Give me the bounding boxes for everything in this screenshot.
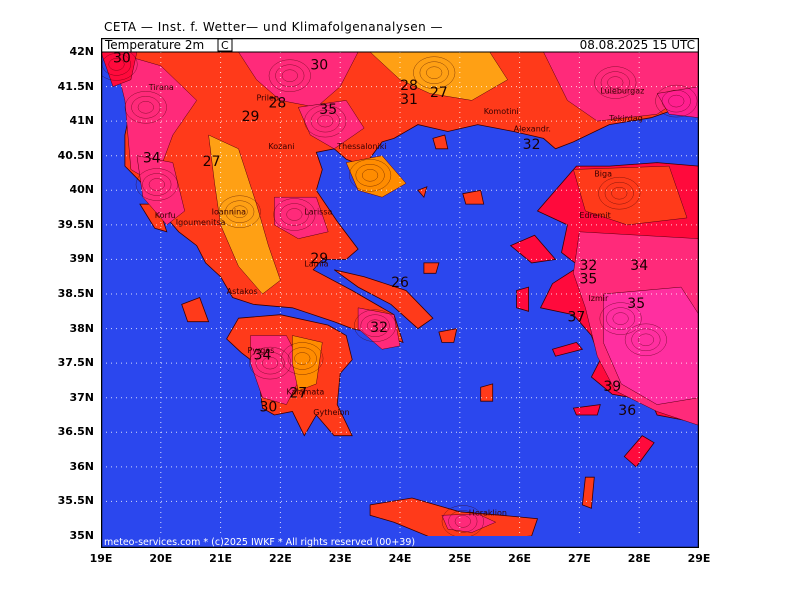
city-label: Alexandr. bbox=[514, 125, 551, 134]
longitude-tick-label: 26E bbox=[508, 552, 532, 565]
temperature-map: TiranaPrilepKozani ThessalonikiKomotiniAl… bbox=[101, 38, 699, 548]
latitude-tick-label: 40N bbox=[69, 183, 94, 197]
city-label: Gytheion bbox=[313, 408, 349, 417]
temperature-value: 28 bbox=[268, 95, 286, 111]
temperature-value: 27 bbox=[289, 386, 307, 402]
temperature-value: 31 bbox=[400, 92, 418, 108]
temperature-value: 29 bbox=[242, 109, 260, 125]
latitude-tick-label: 39N bbox=[69, 252, 94, 266]
latitude-tick-label: 35.5N bbox=[57, 494, 94, 508]
latitude-tick-label: 37N bbox=[69, 390, 94, 404]
latitude-tick-label: 42N bbox=[69, 45, 94, 58]
map-frame: Tirana Prilep Kozani Thessaloniki Komotini Al… bbox=[101, 38, 699, 548]
temperature-value: 32 bbox=[523, 137, 541, 153]
city-label: Lüleburgaz bbox=[600, 87, 644, 96]
latitude-tick-label: 38.5N bbox=[57, 287, 94, 300]
temperature-value: 27 bbox=[203, 154, 221, 170]
city-label: Astakos bbox=[227, 287, 258, 296]
city-label: Ioannina bbox=[212, 208, 247, 217]
land-naxos bbox=[480, 383, 494, 402]
temperature-value: 34 bbox=[143, 151, 161, 167]
temperature-value: 30 bbox=[113, 50, 131, 66]
temperature-value: 30 bbox=[310, 57, 328, 73]
footer-credit: meteo-services.com * (c)2025 IWKF * All … bbox=[104, 537, 415, 548]
temperature-value: 32 bbox=[370, 320, 388, 336]
temperature-value: 36 bbox=[618, 403, 636, 419]
parameter-label: Temperature 2m bbox=[104, 38, 204, 52]
land-chios bbox=[516, 286, 530, 312]
valid-time-label: 08.08.2025 15 UTC bbox=[580, 38, 695, 52]
longitude-tick-label: 20E bbox=[149, 552, 173, 565]
temperature-value: 27 bbox=[430, 85, 448, 101]
temperature-value: 35 bbox=[319, 102, 337, 118]
city-label: Biga bbox=[594, 170, 612, 179]
longitude-tick-label: 24E bbox=[388, 552, 412, 565]
city-label: Kozani bbox=[268, 142, 294, 151]
temperature-value: 35 bbox=[627, 296, 645, 312]
latitude-tick-label: 40.5N bbox=[57, 148, 94, 162]
longitude-tick-label: 28E bbox=[627, 552, 651, 565]
latitude-tick-label: 41.5N bbox=[57, 79, 94, 93]
latitude-tick-label: 35N bbox=[69, 529, 94, 542]
temperature-value: 37 bbox=[567, 310, 585, 326]
longitude-tick-label: 21E bbox=[209, 552, 233, 565]
latitude-tick-label: 41N bbox=[69, 114, 94, 128]
temperature-value: 35 bbox=[579, 272, 597, 288]
city-label: Korfu bbox=[155, 211, 176, 220]
longitude-tick-label: 23E bbox=[328, 552, 352, 565]
city-label: Igoumenitsa bbox=[176, 218, 226, 227]
longitude-tick-label: 22E bbox=[268, 552, 292, 565]
temperature-value: 30 bbox=[259, 400, 277, 416]
city-label: Tekirdag bbox=[608, 114, 643, 123]
temperature-value: 26 bbox=[391, 275, 409, 291]
land-skyros bbox=[423, 262, 440, 274]
latitude-tick-label: 37.5N bbox=[57, 356, 94, 370]
longitude-tick-label: 25E bbox=[448, 552, 472, 565]
city-label: Izmir bbox=[588, 294, 609, 303]
temperature-value: 34 bbox=[630, 258, 648, 274]
unit-label: C bbox=[221, 39, 229, 52]
latitude-tick-label: 36N bbox=[69, 459, 94, 473]
temperature-value: 34 bbox=[254, 348, 272, 364]
longitude-tick-label: 19E bbox=[89, 552, 113, 565]
longitude-tick-label: 29E bbox=[687, 552, 711, 565]
header-title: CETA — Inst. f. Wetter— und Klimafolgena… bbox=[104, 20, 444, 34]
city-label: Thessaloniki bbox=[336, 142, 386, 151]
latitude-tick-label: 36.5N bbox=[57, 425, 94, 439]
latitude-tick-label: 39.5N bbox=[57, 217, 94, 231]
temperature-value: 39 bbox=[603, 379, 621, 395]
city-label: Edremit bbox=[579, 211, 610, 220]
temperature-value: 29 bbox=[310, 251, 328, 267]
longitude-tick-label: 27E bbox=[567, 552, 591, 565]
latitude-tick-label: 38N bbox=[69, 321, 94, 335]
city-label: Komotini bbox=[484, 107, 519, 116]
city-label: Tirana bbox=[148, 83, 174, 92]
city-label: Heraklion bbox=[469, 508, 507, 517]
city-label: Larissa bbox=[304, 208, 332, 217]
